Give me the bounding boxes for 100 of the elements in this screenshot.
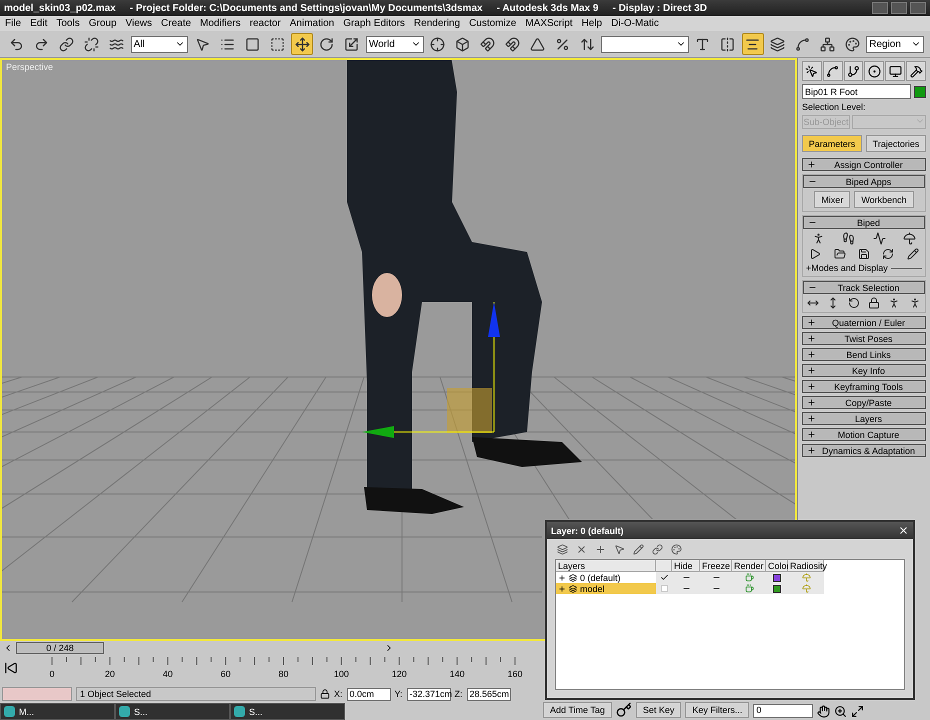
add-time-tag-button[interactable]: Add Time Tag: [543, 702, 612, 718]
menu-item[interactable]: MAXScript: [525, 18, 573, 29]
folder-icon[interactable]: [834, 248, 846, 260]
color-swatch[interactable]: [773, 584, 781, 592]
column-header[interactable]: Layers: [556, 560, 656, 572]
panel-tab[interactable]: Trajectories: [866, 135, 926, 152]
maximize-icon[interactable]: [851, 705, 864, 718]
hand-icon[interactable]: [817, 705, 830, 718]
figure-icon[interactable]: [908, 297, 921, 309]
object-name-field[interactable]: Bip01 R Foot: [802, 84, 911, 99]
panel-tab[interactable]: [822, 61, 843, 81]
minimized-window[interactable]: S...: [115, 703, 230, 720]
dropdown[interactable]: [601, 36, 689, 52]
rollout-header[interactable]: Twist Poses: [802, 332, 926, 345]
app-icon: [234, 706, 245, 717]
dropdown[interactable]: World: [366, 36, 424, 52]
rollout-header[interactable]: Keyframing Tools: [802, 380, 926, 393]
key-filters-button[interactable]: Key Filters...: [685, 702, 750, 718]
save-icon[interactable]: [858, 248, 870, 260]
footprints-icon[interactable]: [842, 232, 856, 245]
panel-tab[interactable]: [844, 61, 864, 81]
figure-icon[interactable]: [888, 297, 900, 309]
expand-icon[interactable]: [558, 584, 566, 592]
menu-item[interactable]: Customize: [469, 18, 516, 29]
layer-row[interactable]: model: [556, 583, 656, 594]
rollout-header[interactable]: Track Selection: [803, 281, 925, 294]
dropdown[interactable]: All: [130, 36, 188, 52]
refresh-icon[interactable]: [882, 248, 894, 260]
rollout-header[interactable]: Key Info: [802, 364, 926, 377]
select-icon[interactable]: [614, 544, 625, 554]
color-swatch[interactable]: [773, 574, 781, 582]
coordinate-field[interactable]: 28.565cm: [466, 688, 511, 700]
minimized-window[interactable]: M...: [0, 703, 115, 720]
panel-button[interactable]: Mixer: [814, 191, 850, 208]
menu-item[interactable]: Modifiers: [200, 18, 241, 29]
lock-icon[interactable]: [320, 689, 330, 699]
pencil-icon[interactable]: [906, 248, 919, 260]
lock-icon[interactable]: [868, 297, 880, 309]
track-bar-icon[interactable]: [4, 661, 18, 675]
delete-icon[interactable]: [576, 544, 587, 554]
plus-icon[interactable]: [595, 544, 606, 554]
color-swatch[interactable]: [914, 86, 926, 98]
radiosity-icon[interactable]: [802, 573, 810, 582]
menu-item[interactable]: Create: [161, 18, 192, 29]
coordinate-field[interactable]: 0.0cm: [346, 688, 391, 700]
section-label[interactable]: +Modes and Display: [806, 263, 888, 273]
dropdown[interactable]: Region: [866, 36, 924, 52]
toolbar-button[interactable]: [742, 33, 764, 55]
layers-icon[interactable]: [557, 544, 568, 554]
menu-item[interactable]: reactor: [250, 18, 281, 29]
menu-item[interactable]: Group: [88, 18, 117, 29]
rollout-header[interactable]: Assign Controller: [802, 158, 926, 171]
rollout-header[interactable]: Copy/Paste: [802, 396, 926, 409]
menu-item[interactable]: Help: [582, 18, 602, 29]
column-header[interactable]: Hide: [672, 560, 700, 572]
rotate-icon[interactable]: [848, 297, 860, 309]
menu-item[interactable]: Edit: [30, 18, 48, 29]
close-icon[interactable]: [898, 525, 909, 536]
panel-tab[interactable]: Parameters: [802, 135, 862, 152]
minimized-window[interactable]: S...: [230, 703, 345, 720]
set-key-button[interactable]: Set Key: [636, 702, 682, 718]
panel-tab[interactable]: [885, 61, 906, 81]
menu-item[interactable]: Di-O-Matic: [611, 18, 659, 29]
figure-icon[interactable]: [812, 232, 825, 245]
column-header[interactable]: Color: [766, 560, 788, 572]
panel-tab[interactable]: [864, 61, 884, 81]
play-icon[interactable]: [809, 248, 822, 260]
rollout-header[interactable]: Quaternion / Euler: [802, 316, 926, 329]
rollout-header[interactable]: Biped: [803, 216, 925, 229]
menu-item[interactable]: Graph Editors: [343, 18, 405, 29]
time-ruler[interactable]: 0 20 40 60 80 100 120 140 160: [18, 655, 558, 683]
column-header[interactable]: Render: [732, 560, 766, 572]
time-slider-thumb[interactable]: 0 / 248: [16, 642, 104, 654]
link-icon[interactable]: [652, 544, 663, 554]
panel-button[interactable]: Workbench: [854, 191, 914, 208]
radiosity-icon[interactable]: [802, 584, 810, 593]
expand-icon[interactable]: [558, 574, 566, 582]
panel-tab[interactable]: [802, 61, 822, 81]
menu-item[interactable]: Tools: [56, 18, 80, 29]
umbrella-icon[interactable]: [903, 232, 916, 245]
panel-tab[interactable]: [906, 61, 926, 81]
menu-item[interactable]: File: [5, 18, 22, 29]
pencil-icon[interactable]: [633, 544, 644, 554]
palette-icon[interactable]: [671, 544, 682, 554]
rollout-header[interactable]: Biped Apps: [803, 175, 925, 188]
window-title: - Autodesk 3ds Max 9: [496, 2, 598, 14]
rollout-header[interactable]: Motion Capture: [802, 428, 926, 441]
script-listener-field[interactable]: [2, 687, 72, 701]
key-icon[interactable]: [616, 702, 632, 718]
rollout-header[interactable]: Dynamics & Adaptation: [802, 444, 926, 457]
menu-item[interactable]: Rendering: [414, 18, 460, 29]
menu-item[interactable]: Animation: [290, 18, 334, 29]
coordinate-field[interactable]: -32.371cm: [406, 688, 451, 700]
rollout-header[interactable]: Layers: [802, 412, 926, 425]
rollout-header[interactable]: Bend Links: [802, 348, 926, 361]
zoom-icon[interactable]: [834, 705, 848, 718]
column-header[interactable]: Freeze: [700, 560, 732, 572]
toolbar-button[interactable]: [291, 33, 314, 55]
menu-item[interactable]: Views: [126, 18, 152, 29]
frame-field[interactable]: 0: [753, 704, 814, 718]
